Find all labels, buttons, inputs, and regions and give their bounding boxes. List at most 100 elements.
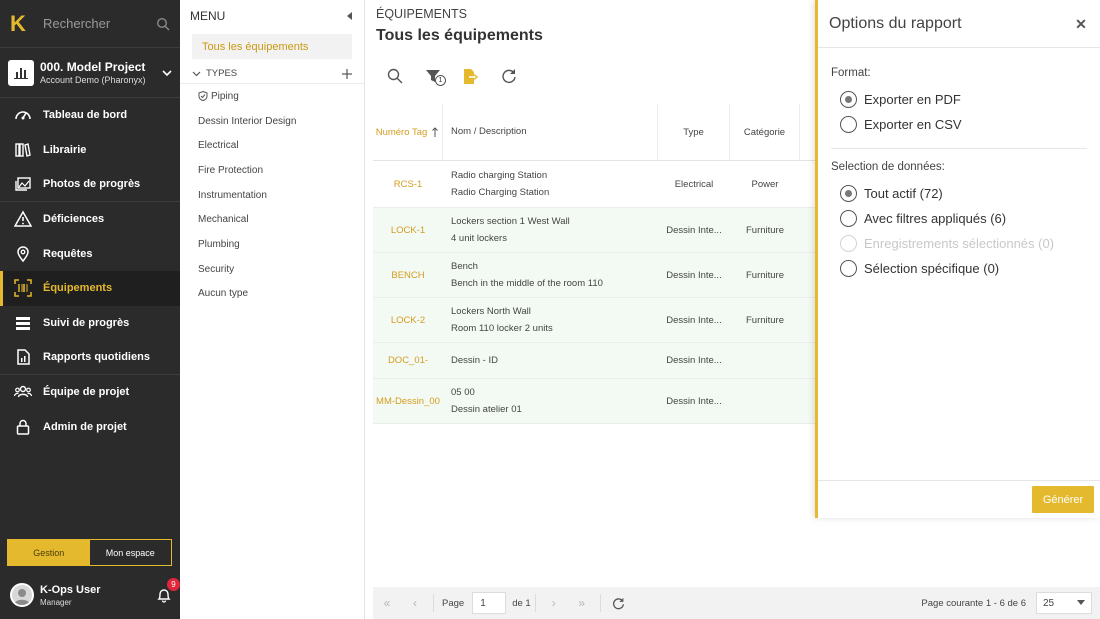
export-button[interactable] [452, 64, 490, 88]
team-icon [14, 383, 32, 401]
next-page-icon[interactable]: › [540, 593, 568, 613]
equipment-table: Numéro Tag Nom / Description Type Catégo… [373, 103, 820, 424]
type-item[interactable]: Instrumentation [180, 183, 364, 208]
previous-page-icon[interactable]: ‹ [401, 593, 429, 613]
type-item[interactable]: Aucun type [180, 282, 364, 307]
page-title: Tous les équipements [376, 27, 543, 44]
table-row[interactable]: BENCH Bench Bench in the middle of the ro… [373, 253, 820, 298]
chevron-down-icon[interactable] [162, 68, 172, 78]
type-item[interactable]: Mechanical [180, 207, 364, 232]
cell-name: Radio charging Station Radio Charging Sta… [451, 169, 550, 199]
radio-button[interactable] [840, 260, 857, 277]
radio-all-active[interactable]: Tout actif (72) [831, 181, 1087, 206]
nav-item-dashboard[interactable]: Tableau de bord [0, 98, 180, 133]
cell-tag[interactable]: LOCK-2 [373, 315, 443, 326]
cell-tag[interactable]: RCS-1 [373, 179, 443, 190]
table-row[interactable]: DOC_01- Dessin - ID Dessin Inte... [373, 343, 820, 379]
radio-label: Exporter en PDF [864, 92, 961, 107]
cell-type: Dessin Inte... [666, 314, 722, 326]
cell-tag[interactable]: DOC_01- [373, 355, 443, 366]
mode-my-space-button[interactable]: Mon espace [90, 540, 172, 565]
table-header: Numéro Tag Nom / Description Type Catégo… [373, 103, 820, 161]
type-item-piping[interactable]: Piping [180, 84, 364, 109]
filter-count-badge: 1 [435, 75, 446, 86]
search-button[interactable] [376, 64, 414, 88]
generate-button[interactable]: Générer [1032, 486, 1094, 513]
radio-button[interactable] [840, 116, 857, 133]
radio-export-csv[interactable]: Exporter en CSV [831, 112, 1087, 137]
type-item[interactable]: Fire Protection [180, 158, 364, 183]
caret-down-icon [1077, 600, 1085, 605]
table-row[interactable]: LOCK-2 Lockers North Wall Room 110 locker… [373, 298, 820, 343]
radio-specific-selection[interactable]: Sélection spécifique (0) [831, 256, 1087, 281]
file-export-icon [464, 68, 479, 84]
nav-item-daily-reports[interactable]: Rapports quotidiens [0, 340, 180, 375]
type-item[interactable]: Electrical [180, 133, 364, 158]
close-icon[interactable]: ✕ [1074, 17, 1088, 31]
page-size-value: 25 [1043, 597, 1055, 609]
cell-tag[interactable]: MM-Dessin_00 [373, 396, 443, 407]
column-header-type[interactable]: Type [658, 103, 730, 161]
filter-button[interactable]: 1 [414, 64, 452, 88]
radio-export-pdf[interactable]: Exporter en PDF [831, 87, 1087, 112]
nav-item-requests[interactable]: Requêtes [0, 236, 180, 271]
nav-label: Admin de projet [43, 420, 127, 433]
cell-tag[interactable]: BENCH [373, 270, 443, 281]
column-label: Numéro Tag [375, 126, 428, 138]
nav-item-photos[interactable]: Photos de progrès [0, 167, 180, 202]
mode-gestion-button[interactable]: Gestion [8, 540, 90, 565]
pager-divider [599, 594, 601, 612]
page-size-select[interactable]: 25 [1036, 592, 1092, 614]
nav-item-equipment[interactable]: Équipements [0, 270, 180, 306]
cell-tag[interactable]: LOCK-1 [373, 225, 443, 236]
nav-label: Photos de progrès [43, 177, 141, 190]
radio-button[interactable] [840, 210, 857, 227]
format-label: Format: [831, 67, 871, 79]
user-name: K-Ops User [40, 583, 101, 596]
nav-item-project-admin[interactable]: Admin de projet [0, 409, 180, 444]
user-role: Manager [40, 597, 72, 607]
cell-type: Dessin Inte... [666, 224, 722, 236]
type-item[interactable]: Plumbing [180, 232, 364, 257]
column-header-tag[interactable]: Numéro Tag [373, 103, 443, 161]
column-header-category[interactable]: Catégorie [730, 103, 800, 161]
project-account: Account Demo (Pharonyx) [40, 75, 146, 85]
radio-button-checked[interactable] [840, 91, 857, 108]
type-item[interactable]: Security [180, 257, 364, 282]
sidebar: K Rechercher 000. Model Project Account … [0, 0, 180, 619]
radio-button-checked[interactable] [840, 185, 857, 202]
project-selector[interactable]: 000. Model Project Account Demo (Pharony… [0, 48, 180, 98]
nav-item-progress[interactable]: Suivi de progrès [0, 306, 180, 341]
cell-name: Bench Bench in the middle of the room 110 [451, 260, 603, 290]
refresh-button[interactable] [490, 64, 528, 88]
type-item[interactable]: Dessin Interior Design [180, 109, 364, 134]
lock-icon [14, 418, 32, 436]
notifications-bell-icon[interactable]: 9 [156, 578, 180, 603]
user-profile[interactable]: K-Ops User Manager 9 [10, 578, 180, 611]
collapse-arrow-icon[interactable] [346, 11, 354, 20]
sidebar-search[interactable]: K Rechercher [0, 0, 180, 48]
pager-refresh-icon[interactable] [605, 593, 633, 613]
search-icon[interactable] [156, 17, 170, 31]
add-type-icon[interactable] [342, 68, 352, 79]
main-content: ÉQUIPEMENTS Tous les équipements 1 Numér… [366, 0, 820, 619]
table-row[interactable]: LOCK-1 Lockers section 1 West Wall 4 unit… [373, 208, 820, 253]
cell-name: 05 00 Dessin atelier 01 [451, 386, 522, 416]
page-number-input[interactable]: 1 [472, 592, 507, 614]
search-icon [387, 68, 403, 84]
types-section-header[interactable]: TYPES [180, 64, 364, 84]
menu-item-all-equipment[interactable]: Tous les équipements [192, 34, 352, 59]
radio-with-filters[interactable]: Avec filtres appliqués (6) [831, 206, 1087, 231]
notification-count-badge: 9 [167, 578, 180, 591]
column-header-name[interactable]: Nom / Description [443, 103, 658, 161]
first-page-icon[interactable]: « [373, 593, 401, 613]
table-row[interactable]: MM-Dessin_00 05 00 Dessin atelier 01 Dess… [373, 379, 820, 424]
nav-item-library[interactable]: Librairie [0, 133, 180, 168]
nav-item-team[interactable]: Équipe de projet [0, 375, 180, 410]
refresh-icon [502, 69, 516, 83]
radio-label: Avec filtres appliqués (6) [864, 211, 1007, 226]
last-page-icon[interactable]: » [568, 593, 596, 613]
table-row[interactable]: RCS-1 Radio charging Station Radio Chargi… [373, 161, 820, 208]
nav-item-deficiencies[interactable]: Déficiences [0, 202, 180, 237]
location-pin-icon [14, 245, 32, 263]
